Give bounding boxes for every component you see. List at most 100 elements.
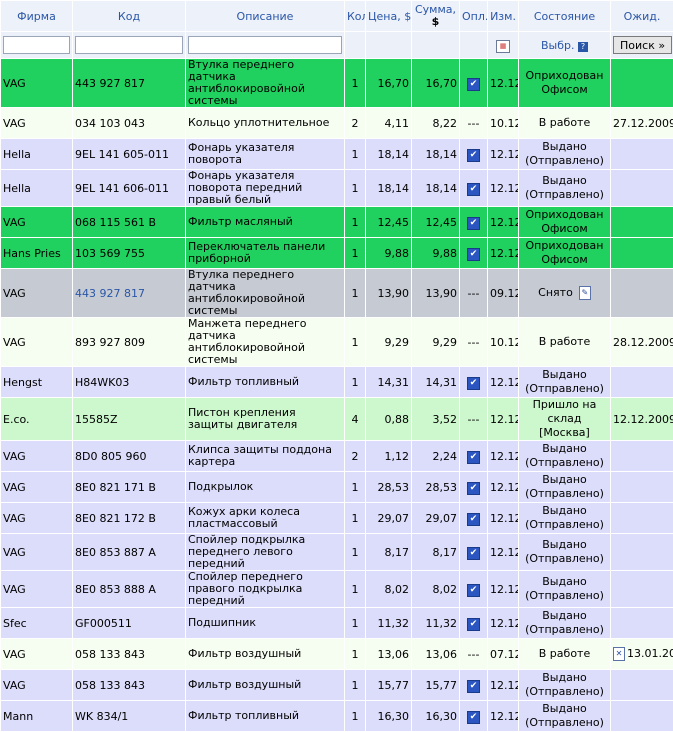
paid-checkbox[interactable]: ✔ <box>467 711 480 724</box>
col-paid[interactable]: Опл. <box>460 1 488 32</box>
paid-checkbox[interactable]: ✔ <box>467 451 480 464</box>
table-row[interactable]: VAG893 927 809Манжета переднего датчика … <box>1 318 673 367</box>
cell-state-text: Оприходован Офисом <box>526 208 604 235</box>
cell-firm-text: Mann <box>3 710 33 723</box>
calendar-icon[interactable]: ▦ <box>496 40 510 53</box>
cell-code: 058 133 843 <box>73 639 186 670</box>
col-price[interactable]: Цена, $ <box>366 1 412 32</box>
cell-paid: --- <box>460 639 488 670</box>
delete-document-icon[interactable]: ✕ <box>613 647 625 661</box>
table-row[interactable]: HengstH84WK03Фильтр топливный114,3114,31… <box>1 367 673 398</box>
cell-state-text: Выдано (Отправлено) <box>525 671 604 698</box>
help-icon[interactable]: ? <box>578 42 588 52</box>
paid-checkbox[interactable]: ✔ <box>467 513 480 526</box>
cell-sum: 16,70 <box>412 59 460 108</box>
cell-expected-text: 28.12.2009 <box>613 336 673 349</box>
table-body: VAG443 927 817Втулка переднего датчика а… <box>1 59 673 732</box>
table-row[interactable]: Hella9EL 141 606-011Фонарь указателя пов… <box>1 170 673 207</box>
cell-paid: ✔ <box>460 670 488 701</box>
cell-state: Выдано (Отправлено) <box>519 139 611 170</box>
table-row[interactable]: VAG8E0 821 171 BПодкрылок128,5328,53✔12.… <box>1 472 673 503</box>
cell-sum: 2,24 <box>412 441 460 472</box>
cell-sum: 9,29 <box>412 318 460 367</box>
table-row[interactable]: VAG8E0 821 172 BКожух арки колеса пластм… <box>1 503 673 534</box>
cell-state-text: Выдано (Отправлено) <box>525 473 604 500</box>
filter-desc-input[interactable] <box>188 36 342 54</box>
cell-state: В работе <box>519 318 611 367</box>
cell-changed: 10.12 <box>488 318 519 367</box>
table-row[interactable]: VAG068 115 561 BФильтр масляный112,4512,… <box>1 207 673 238</box>
col-changed[interactable]: Изм. <box>488 1 519 32</box>
cell-code: 8E0 821 172 B <box>73 503 186 534</box>
paid-checkbox[interactable]: ✔ <box>467 482 480 495</box>
paid-checkbox[interactable]: ✔ <box>467 183 480 196</box>
table-row[interactable]: VAG058 133 843Фильтр воздушный115,7715,7… <box>1 670 673 701</box>
table-row[interactable]: Hella9EL 141 605-011Фонарь указателя пов… <box>1 139 673 170</box>
paid-checkbox[interactable]: ✔ <box>467 217 480 230</box>
table-row[interactable]: VAG443 927 817Втулка переднего датчика а… <box>1 59 673 108</box>
cell-qty-text: 1 <box>352 648 359 661</box>
table-row[interactable]: E.co.15585ZПистон крепления защиты двига… <box>1 398 673 441</box>
cell-desc-text: Кожух арки колеса пластмассовый <box>188 505 300 530</box>
cell-state: Оприходован Офисом <box>519 238 611 269</box>
cell-paid: ✔ <box>460 701 488 732</box>
cell-state: Выдано (Отправлено) <box>519 472 611 503</box>
paid-checkbox[interactable]: ✔ <box>467 149 480 162</box>
table-row[interactable]: MannWK 834/1Фильтр топливный116,3016,30✔… <box>1 701 673 732</box>
paid-checkbox[interactable]: ✔ <box>467 584 480 597</box>
paid-checkbox[interactable]: ✔ <box>467 78 480 91</box>
cell-price-text: 18,14 <box>378 148 410 161</box>
cell-code: 8D0 805 960 <box>73 441 186 472</box>
table-row[interactable]: VAG8E0 853 887 AСпойлер подкрылка передн… <box>1 534 673 571</box>
table-row[interactable]: VAG8D0 805 960Клипса защиты поддона карт… <box>1 441 673 472</box>
cell-sum-text: 28,53 <box>426 481 458 494</box>
cell-qty: 1 <box>345 367 366 398</box>
table-row[interactable]: VAG034 103 043Кольцо уплотнительное24,11… <box>1 108 673 139</box>
paid-checkbox[interactable]: ✔ <box>467 377 480 390</box>
paid-checkbox[interactable]: ✔ <box>467 248 480 261</box>
filter-firm-input[interactable] <box>3 36 70 54</box>
edit-document-icon[interactable]: ✎ <box>579 286 591 300</box>
cell-paid: ✔ <box>460 503 488 534</box>
col-expected[interactable]: Ожид. <box>611 1 673 32</box>
paid-checkbox[interactable]: ✔ <box>467 680 480 693</box>
cell-desc: Клипса защиты поддона картера <box>186 441 345 472</box>
cell-qty: 1 <box>345 238 366 269</box>
select-state-link[interactable]: Выбр. <box>541 39 575 52</box>
cell-sum: 16,30 <box>412 701 460 732</box>
col-desc[interactable]: Описание <box>186 1 345 32</box>
cell-sum-text: 3,52 <box>433 413 458 426</box>
cell-desc: Переключатель панели приборной <box>186 238 345 269</box>
col-sum[interactable]: Сумма,$ <box>412 1 460 32</box>
cell-paid: ✔ <box>460 441 488 472</box>
cell-firm-text: Sfec <box>3 617 27 630</box>
table-row[interactable]: VAG058 133 843Фильтр воздушный113,0613,0… <box>1 639 673 670</box>
filter-code-input[interactable] <box>75 36 183 54</box>
cell-qty-text: 1 <box>352 710 359 723</box>
table-row[interactable]: Hans Pries103 569 755Переключатель панел… <box>1 238 673 269</box>
table-row[interactable]: VAG8E0 853 888 AСпойлер переднего правог… <box>1 571 673 608</box>
paid-checkbox[interactable]: ✔ <box>467 618 480 631</box>
cell-desc: Спойлер переднего правого подкрылка пере… <box>186 571 345 608</box>
cell-qty: 1 <box>345 670 366 701</box>
cell-changed: 12.12 <box>488 367 519 398</box>
col-firm[interactable]: Фирма <box>1 1 73 32</box>
cell-code-text[interactable]: 443 927 817 <box>75 287 145 300</box>
paid-checkbox[interactable]: ✔ <box>467 547 480 560</box>
cell-changed-text: 10.12 <box>490 336 519 349</box>
cell-expected: ✕13.01.2010 <box>611 639 673 670</box>
cell-firm-text: E.co. <box>3 413 30 426</box>
col-code[interactable]: Код <box>73 1 186 32</box>
cell-qty: 2 <box>345 108 366 139</box>
cell-qty-text: 2 <box>352 450 359 463</box>
cell-expected <box>611 441 673 472</box>
cell-qty-text: 1 <box>352 148 359 161</box>
col-state[interactable]: Состояние <box>519 1 611 32</box>
table-row[interactable]: SfecGF000511Подшипник111,3211,32✔12.12Вы… <box>1 608 673 639</box>
table-row[interactable]: VAG443 927 817Втулка переднего датчика а… <box>1 269 673 318</box>
col-qty[interactable]: Кол <box>345 1 366 32</box>
cell-expected <box>611 608 673 639</box>
cell-qty-text: 1 <box>352 216 359 229</box>
search-button[interactable]: Поиск » <box>613 36 672 54</box>
cell-firm-text: VAG <box>3 336 26 349</box>
